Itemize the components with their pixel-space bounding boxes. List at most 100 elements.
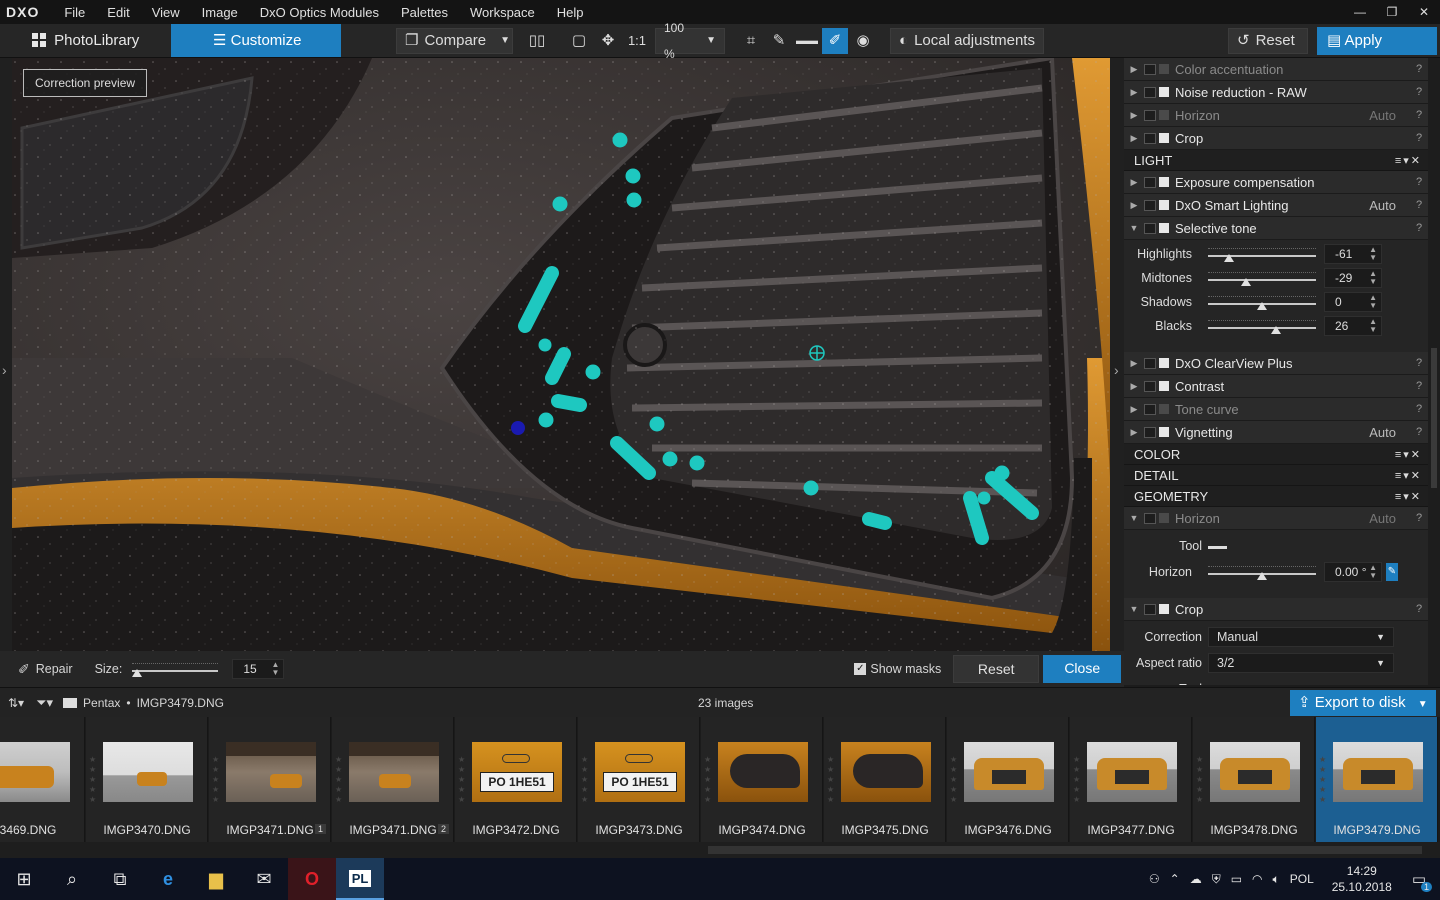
slider-value-input[interactable]: -29 ▲ ▼ — [1324, 268, 1382, 288]
filmstrip-thumbnail[interactable]: ★ ★ ★ ★ ★ IMGP3479.DNG — [1316, 717, 1438, 842]
power-toggle-icon[interactable] — [1159, 404, 1169, 414]
chevron-down-icon[interactable]: ▼ — [1418, 699, 1428, 710]
horizon-tool-icon[interactable]: ▬▬ — [1208, 541, 1227, 552]
rating-stars-icon[interactable]: ★ ★ ★ ★ ★ — [581, 755, 589, 805]
chevron-right-icon[interactable]: ▶ — [1124, 133, 1144, 144]
volume-icon[interactable]: 🔈︎ — [1273, 872, 1280, 887]
thumbnail-image[interactable] — [841, 742, 931, 802]
power-toggle-icon[interactable] — [1159, 133, 1169, 143]
local-adjustments-button[interactable]: ◐ Local adjustments — [890, 28, 1044, 54]
help-icon[interactable]: ? — [1410, 199, 1428, 211]
chevron-right-icon[interactable]: ▶ — [1124, 177, 1144, 188]
battery-icon[interactable]: ▭ — [1231, 872, 1242, 886]
tab-photolibrary[interactable]: PhotoLibrary — [16, 24, 166, 57]
help-icon[interactable]: ? — [1410, 426, 1428, 438]
slider-thumb[interactable] — [1241, 278, 1252, 286]
palette-section-header[interactable]: LIGHT ≡▾✕ — [1124, 150, 1428, 171]
menu-file[interactable]: File — [53, 5, 96, 20]
chevron-down-icon[interactable]: ▼ — [1124, 604, 1144, 614]
preset-checkbox[interactable] — [1144, 426, 1156, 438]
preset-checkbox[interactable] — [1144, 512, 1156, 524]
palette-row[interactable]: ▶ Vignetting Auto? — [1124, 421, 1428, 444]
power-toggle-icon[interactable] — [1159, 177, 1169, 187]
search-icon[interactable]: ⌕ — [48, 858, 96, 900]
palette-section-header[interactable]: DETAIL ≡▾✕ — [1124, 465, 1428, 486]
filmstrip-thumbnail[interactable]: ★ ★ ★ ★ ★ IMGP3474.DNG — [701, 717, 823, 842]
help-icon[interactable]: ? — [1410, 512, 1428, 524]
menu-palettes[interactable]: Palettes — [390, 5, 459, 20]
edge-browser-icon[interactable]: e — [144, 858, 192, 900]
preset-checkbox[interactable] — [1144, 403, 1156, 415]
thumbnail-image[interactable] — [718, 742, 808, 802]
rating-stars-icon[interactable]: ★ ★ ★ ★ ★ — [89, 755, 97, 805]
preset-checkbox[interactable] — [1144, 357, 1156, 369]
preset-checkbox[interactable] — [1144, 603, 1156, 615]
rating-stars-icon[interactable]: ★ ★ ★ ★ ★ — [704, 755, 712, 805]
auto-indicator[interactable]: Auto — [1369, 425, 1396, 440]
power-toggle-icon[interactable] — [1159, 223, 1169, 233]
filmstrip-thumbnail[interactable]: ★ ★ ★ ★ ★ IMGP3471.DNG 2 — [332, 717, 454, 842]
slider-value-input[interactable]: 26 ▲ ▼ — [1324, 316, 1382, 336]
palette-section-header[interactable]: COLOR ≡▾✕ — [1124, 444, 1428, 465]
left-panel-toggle[interactable]: › — [0, 58, 12, 685]
slider-value-input[interactable]: -61 ▲ ▼ — [1324, 244, 1382, 264]
opera-icon[interactable]: O — [288, 858, 336, 900]
palette-row[interactable]: ▶ Contrast? — [1124, 375, 1428, 398]
filmstrip-scrollbar[interactable] — [0, 842, 1440, 858]
power-toggle-icon[interactable] — [1159, 381, 1169, 391]
show-masks-checkbox[interactable]: ✓ — [854, 663, 867, 675]
dropdown-select[interactable]: Manual ▼ — [1208, 627, 1394, 647]
chevron-right-icon[interactable]: ▶ — [1124, 200, 1144, 211]
close-window-button[interactable]: ✕ — [1408, 0, 1440, 24]
power-toggle-icon[interactable] — [1159, 358, 1169, 368]
section-controls-icon[interactable]: ≡▾✕ — [1395, 490, 1422, 503]
help-icon[interactable]: ? — [1410, 222, 1428, 234]
apply-preset-button[interactable]: ▤ Apply preset — [1317, 27, 1437, 77]
palette-row[interactable]: ▶ Exposure compensation? — [1124, 171, 1428, 194]
right-panel-toggle[interactable]: › — [1110, 58, 1124, 685]
chevron-right-icon[interactable]: ▶ — [1124, 358, 1144, 369]
security-icon[interactable]: ⛨ — [1212, 872, 1221, 887]
thumbnail-image[interactable] — [1333, 742, 1423, 802]
help-icon[interactable]: ? — [1410, 132, 1428, 144]
thumbnail-image[interactable] — [964, 742, 1054, 802]
power-toggle-icon[interactable] — [1159, 110, 1169, 120]
preset-checkbox[interactable] — [1144, 176, 1156, 188]
split-view-icon[interactable]: ▯▯ — [524, 28, 550, 54]
file-explorer-icon[interactable]: ▆ — [192, 858, 240, 900]
sort-icon[interactable]: ⇅▾ — [8, 696, 24, 710]
fit-screen-icon[interactable]: ▢ — [566, 28, 592, 54]
thumbnail-image[interactable]: PO 1HE51 — [595, 742, 685, 802]
rating-stars-icon[interactable]: ★ ★ ★ ★ ★ — [1196, 755, 1204, 805]
slider-thumb[interactable] — [1271, 326, 1282, 334]
rating-stars-icon[interactable]: ★ ★ ★ ★ ★ — [458, 755, 466, 805]
thumbnail-image[interactable] — [226, 742, 316, 802]
thumbnail-image[interactable] — [349, 742, 439, 802]
chevron-right-icon[interactable]: ▶ — [1124, 404, 1144, 415]
auto-indicator[interactable]: Auto — [1369, 198, 1396, 213]
repair-reset-button[interactable]: Reset — [953, 655, 1040, 683]
eyedropper-icon[interactable]: ✎ — [766, 28, 792, 54]
dropdown-select[interactable]: 3/2 ▼ — [1208, 653, 1394, 673]
slider-thumb[interactable] — [1257, 302, 1267, 310]
language-indicator[interactable]: POL — [1290, 872, 1314, 886]
power-toggle-icon[interactable] — [1159, 427, 1169, 437]
wifi-icon[interactable]: ◠ — [1252, 872, 1262, 886]
preset-checkbox[interactable] — [1144, 63, 1156, 75]
chevron-right-icon[interactable]: ▶ — [1124, 110, 1144, 121]
preset-checkbox[interactable] — [1144, 109, 1156, 121]
help-icon[interactable]: ? — [1410, 357, 1428, 369]
reset-button[interactable]: ↺ Reset — [1228, 28, 1308, 54]
preset-checkbox[interactable] — [1144, 222, 1156, 234]
help-icon[interactable]: ? — [1410, 86, 1428, 98]
zoom-1to1-button[interactable]: 1:1 — [624, 28, 650, 54]
power-toggle-icon[interactable] — [1159, 64, 1169, 74]
preset-checkbox[interactable] — [1144, 199, 1156, 211]
rating-stars-icon[interactable]: ★ ★ ★ ★ ★ — [1319, 755, 1327, 805]
palette-row[interactable]: ▼ Horizon Auto? — [1124, 507, 1428, 530]
rating-stars-icon[interactable]: ★ ★ ★ ★ ★ — [335, 755, 343, 805]
slider-track[interactable] — [1208, 318, 1316, 334]
zoom-select[interactable]: 100 % ▼ — [655, 21, 725, 61]
chevron-right-icon[interactable]: ▶ — [1124, 87, 1144, 98]
filmstrip-thumbnail[interactable]: ★ ★ ★ ★ ★ IMGP3471.DNG 1 — [209, 717, 331, 842]
